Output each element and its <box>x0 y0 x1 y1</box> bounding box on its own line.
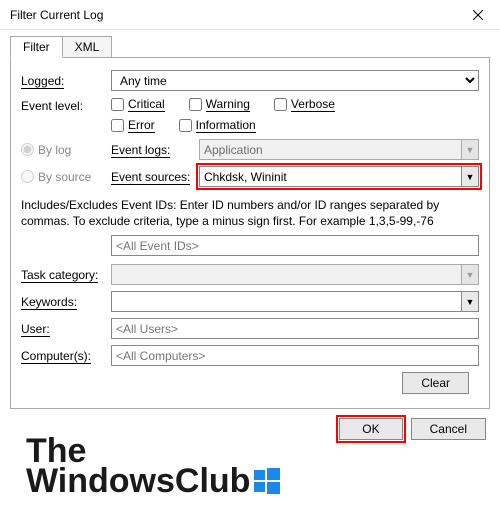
windows-logo-icon <box>254 468 280 494</box>
tab-xml[interactable]: XML <box>62 36 113 58</box>
critical-checkbox[interactable]: Critical <box>111 97 165 112</box>
titlebar: Filter Current Log <box>0 0 500 30</box>
cancel-button[interactable]: Cancel <box>411 418 486 440</box>
clear-button[interactable]: Clear <box>402 372 469 394</box>
keywords-combo[interactable]: ▼ <box>111 291 479 312</box>
computers-input[interactable] <box>111 345 479 366</box>
logged-label: Logged: <box>21 74 64 89</box>
event-ids-help: Includes/Excludes Event IDs: Enter ID nu… <box>21 197 479 229</box>
ok-button[interactable]: OK <box>339 418 402 440</box>
tab-panel-filter: Logged: Any time Event level: Critical W… <box>10 57 490 409</box>
event-ids-input[interactable] <box>111 235 479 256</box>
verbose-checkbox[interactable]: Verbose <box>274 97 335 112</box>
tab-filter[interactable]: Filter <box>10 36 63 58</box>
chevron-down-icon: ▼ <box>461 140 478 159</box>
keywords-label: Keywords: <box>21 295 77 310</box>
window-title: Filter Current Log <box>10 8 455 22</box>
close-icon <box>473 10 483 20</box>
event-sources-label: Event sources: <box>111 170 190 185</box>
task-category-combo: ▼ <box>111 264 479 285</box>
task-category-label: Task category: <box>21 268 98 283</box>
information-checkbox[interactable]: Information <box>179 118 256 133</box>
close-button[interactable] <box>455 0 500 30</box>
warning-checkbox[interactable]: Warning <box>189 97 250 112</box>
chevron-down-icon[interactable]: ▼ <box>461 292 478 311</box>
event-sources-combo[interactable]: Chkdsk, Wininit ▼ <box>199 166 479 187</box>
logged-select[interactable]: Any time <box>111 70 479 91</box>
computers-label: Computer(s): <box>21 349 91 364</box>
chevron-down-icon[interactable]: ▼ <box>461 167 478 186</box>
user-input[interactable] <box>111 318 479 339</box>
tab-strip: Filter XML <box>0 30 500 58</box>
error-checkbox[interactable]: Error <box>111 118 155 133</box>
event-logs-combo: Application ▼ <box>199 139 479 160</box>
by-source-radio: By source <box>21 170 111 184</box>
by-log-radio: By log <box>21 143 111 157</box>
event-level-label: Event level: <box>21 99 83 113</box>
event-logs-label: Event logs: <box>111 143 170 158</box>
user-label: User: <box>21 322 50 337</box>
chevron-down-icon: ▼ <box>461 265 478 284</box>
